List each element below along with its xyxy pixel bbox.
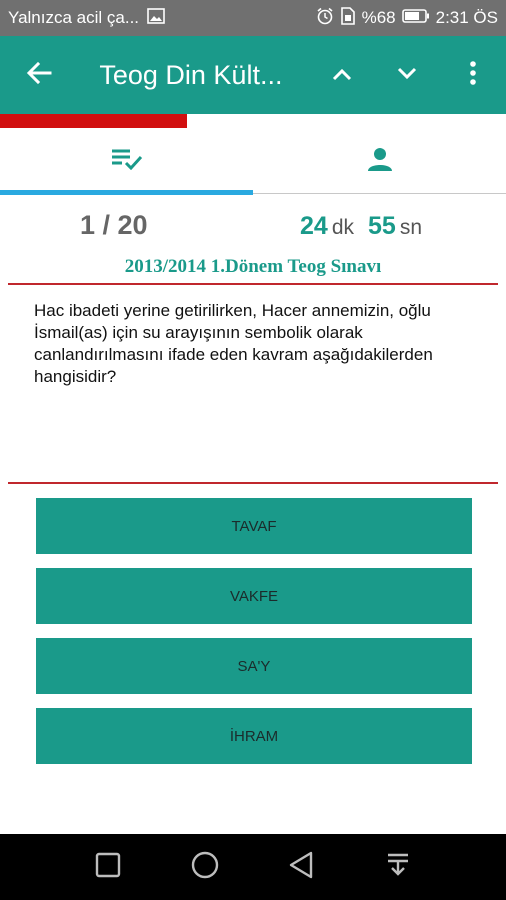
image-icon: [147, 7, 165, 29]
answer-button-3[interactable]: SA'Y: [36, 638, 472, 694]
question-counter: 1 / 20: [80, 210, 148, 240]
home-button[interactable]: [180, 842, 230, 892]
tab-profile[interactable]: [253, 128, 506, 194]
status-bar: Yalnızca acil ça... %68 2:31 ÖS: [0, 0, 506, 36]
back-triangle-icon: [288, 851, 314, 883]
person-icon: [367, 146, 393, 176]
chevron-down-icon: [397, 66, 417, 85]
answer-button-4[interactable]: İHRAM: [36, 708, 472, 764]
sim-icon: [340, 6, 356, 30]
quiz-progress-bar: [0, 114, 506, 128]
notification-pulldown-button[interactable]: [373, 842, 423, 892]
home-circle-icon: [190, 850, 220, 884]
recents-square-icon: [95, 852, 121, 882]
timer-seconds: 55: [368, 212, 396, 240]
battery-percent: %68: [361, 8, 396, 27]
recents-button[interactable]: [83, 842, 133, 892]
answer-button-1[interactable]: TAVAF: [36, 498, 472, 554]
chevron-up-icon: [332, 66, 352, 85]
notification-text: Yalnızca acil ça...: [8, 8, 140, 27]
back-arrow-icon: [26, 61, 52, 89]
timer-minutes-unit: dk: [331, 216, 354, 239]
exam-title: 2013/2014 1.Dönem Teog Sınavı: [124, 256, 382, 277]
timer-minutes: 24: [300, 212, 328, 240]
app-bar: Teog Din Kült...: [0, 36, 506, 114]
clock: 2:31 ÖS: [435, 8, 498, 27]
battery-icon: [401, 8, 430, 29]
page-title: Teog Din Kült...: [99, 59, 283, 90]
tab-bar: [0, 128, 506, 195]
system-nav-bar: [0, 834, 506, 900]
back-button[interactable]: [0, 36, 77, 114]
next-question-button[interactable]: [375, 36, 441, 114]
overflow-menu-button[interactable]: [440, 36, 506, 114]
system-back-button[interactable]: [276, 842, 326, 892]
timer-seconds-unit: sn: [399, 216, 422, 239]
question-text: Hac ibadeti yerine getirilirken, Hacer a…: [34, 301, 433, 386]
overflow-menu-icon: [469, 60, 477, 90]
timer: 24 dk 55 sn: [300, 212, 436, 241]
alarm-icon: [316, 7, 334, 30]
previous-question-button[interactable]: [309, 36, 375, 114]
tab-questions[interactable]: [0, 128, 253, 195]
divider-top: [8, 283, 498, 285]
quiz-status-row: 1 / 20 24 dk 55 sn: [0, 204, 506, 248]
checklist-icon: [110, 148, 144, 174]
answer-list: TAVAF VAKFE SA'Y İHRAM: [36, 498, 472, 778]
answer-button-2[interactable]: VAKFE: [36, 568, 472, 624]
divider-bottom: [8, 482, 498, 484]
quiz-progress-fill: [0, 114, 188, 128]
notification-pulldown-icon: [386, 852, 410, 882]
